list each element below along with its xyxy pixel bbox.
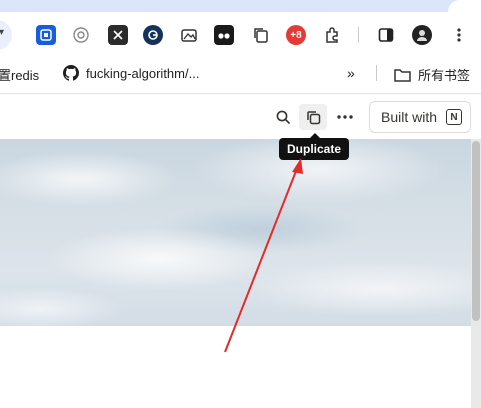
annotation-arrow (224, 158, 303, 353)
browser-window: ▾ +8 置redis fucking-algorithm/... » 所有书签… (0, 0, 481, 408)
